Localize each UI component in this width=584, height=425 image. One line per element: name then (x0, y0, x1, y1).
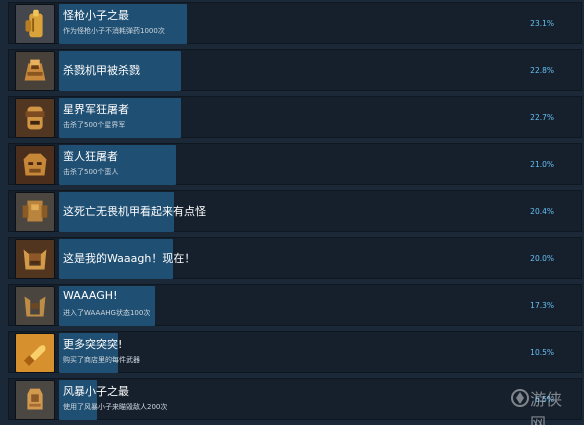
achievement-description: 作为怪枪小子不消耗弹药1000次 (63, 27, 165, 35)
guardsman-head-icon (15, 98, 55, 138)
unlock-percentage: 23.1% (530, 19, 554, 28)
achievement-title: 风暴小子之最 (63, 385, 129, 398)
unlock-percentage: 10.5% (530, 348, 554, 357)
watermark-text: 游侠网 (530, 390, 563, 425)
achievement-description: 击杀了500个星界军 (63, 121, 126, 129)
achievement-row[interactable]: 怪枪小子之最 作为怪枪小子不消耗弹药1000次 23.1% (8, 2, 582, 44)
achievement-title: WAAAGH! (63, 289, 118, 302)
achievement-title: 怪枪小子之最 (63, 9, 129, 22)
achievement-description: 使用了风暴小子来瞄毁敌人200次 (63, 403, 168, 411)
achievement-title: 杀戮机甲被杀戮 (63, 64, 140, 77)
unlock-percentage: 20.4% (530, 207, 554, 216)
storm-boy-icon (15, 380, 55, 420)
unlock-percentage: 17.3% (530, 301, 554, 310)
unlock-percentage: 21.0% (530, 160, 554, 169)
unlock-percentage: 22.8% (530, 66, 554, 75)
achievement-row[interactable]: 星界军狂屠者 击杀了500个星界军 22.7% (8, 96, 582, 138)
achievement-list: 怪枪小子之最 作为怪枪小子不消耗弹药1000次 23.1% 杀戮机甲被杀戮 22… (0, 0, 584, 425)
unlock-percentage: 20.0% (530, 254, 554, 263)
orc-head-icon (15, 145, 55, 185)
achievement-description: 进入了WAAAHG状态100次 (63, 309, 151, 317)
achievement-row[interactable]: 这死亡无畏机甲看起来有点怪 20.4% (8, 190, 582, 232)
achievement-title: 这死亡无畏机甲看起来有点怪 (63, 205, 206, 218)
achievement-description: 购买了商店里的每件武器 (63, 356, 140, 364)
dreadnought-icon (15, 192, 55, 232)
achievement-row[interactable]: 蛮人狂屠者 击杀了500个蛮人 21.0% (8, 143, 582, 185)
achievement-title: 蛮人狂屠者 (63, 150, 118, 163)
achievement-description: 击杀了500个蛮人 (63, 168, 119, 176)
bullet-icon (15, 333, 55, 373)
watermark-logo: 游侠网 (510, 381, 576, 425)
achievement-row[interactable]: 这是我的Waaagh！现在！ 20.0% (8, 237, 582, 279)
achievement-row[interactable]: 杀戮机甲被杀戮 22.8% (8, 49, 582, 91)
achievement-title: 星界军狂屠者 (63, 103, 129, 116)
gold-trooper-icon (15, 4, 55, 44)
waaagh-helmet-icon (15, 239, 55, 279)
achievement-row[interactable]: 风暴小子之最 使用了风暴小子来瞄毁敌人200次 6.5% (8, 378, 582, 420)
achievement-title: 这是我的Waaagh！现在！ (63, 252, 196, 265)
achievement-row[interactable]: 更多突突突! 购买了商店里的每件武器 10.5% (8, 331, 582, 373)
achievement-title: 更多突突突! (63, 338, 123, 351)
mech-bust-icon (15, 51, 55, 91)
unlock-percentage: 22.7% (530, 113, 554, 122)
achievement-row[interactable]: WAAAGH! 进入了WAAAHG状态100次 17.3% (8, 284, 582, 326)
horned-banner-icon (15, 286, 55, 326)
